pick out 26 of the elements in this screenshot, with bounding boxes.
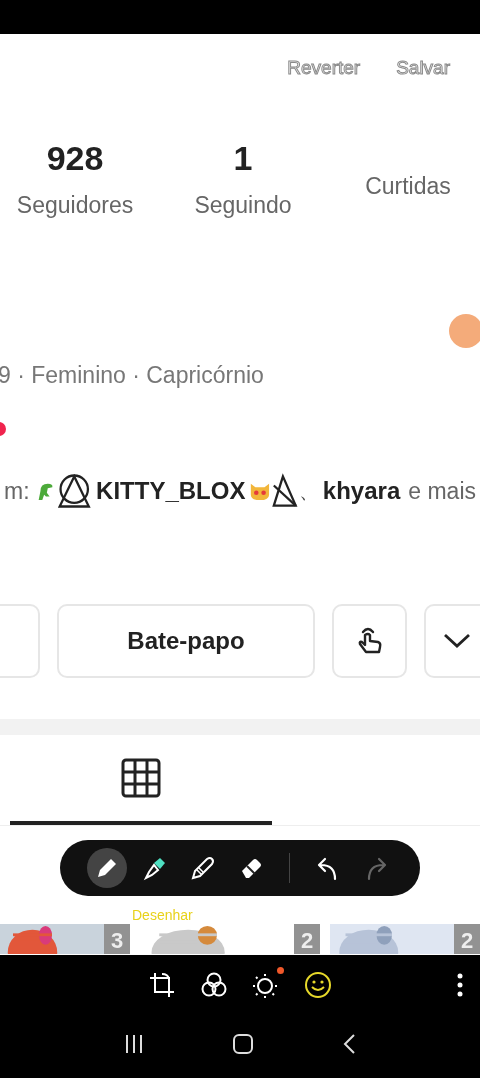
home-icon[interactable] — [232, 1032, 254, 1055]
follower-name[interactable]: KITTY_BLOX — [93, 477, 249, 505]
image-count: 2 — [294, 924, 320, 954]
poke-button[interactable] — [332, 604, 407, 678]
dropdown-button[interactable] — [424, 604, 480, 678]
separator-mark: 、 — [298, 478, 319, 504]
crayon-icon — [190, 855, 216, 881]
highlighter-icon — [142, 855, 168, 881]
chevron-down-icon — [442, 632, 472, 650]
draw-label: Desenhar — [132, 907, 193, 923]
follower-name[interactable]: khyara — [319, 477, 404, 505]
grid-icon — [121, 758, 161, 798]
stat-value: 1 — [233, 139, 253, 178]
stat-label[interactable]: Curtidas — [365, 172, 451, 200]
image-count: 2 — [454, 924, 480, 954]
stat-label[interactable]: Seguindo — [194, 192, 292, 219]
pen-tool[interactable] — [87, 848, 127, 888]
stat-value: 928 — [46, 139, 104, 178]
followed-prefix: m: — [3, 477, 31, 505]
triangle-icon — [272, 473, 298, 509]
image-count: 3 — [104, 924, 130, 954]
back-icon[interactable] — [342, 1032, 356, 1055]
recents-icon[interactable] — [124, 1033, 144, 1054]
stat-label[interactable]: Seguidores — [16, 192, 134, 219]
chat-button[interactable]: Bate-papo — [57, 604, 315, 678]
followed-suffix[interactable]: e mais — [404, 477, 480, 505]
